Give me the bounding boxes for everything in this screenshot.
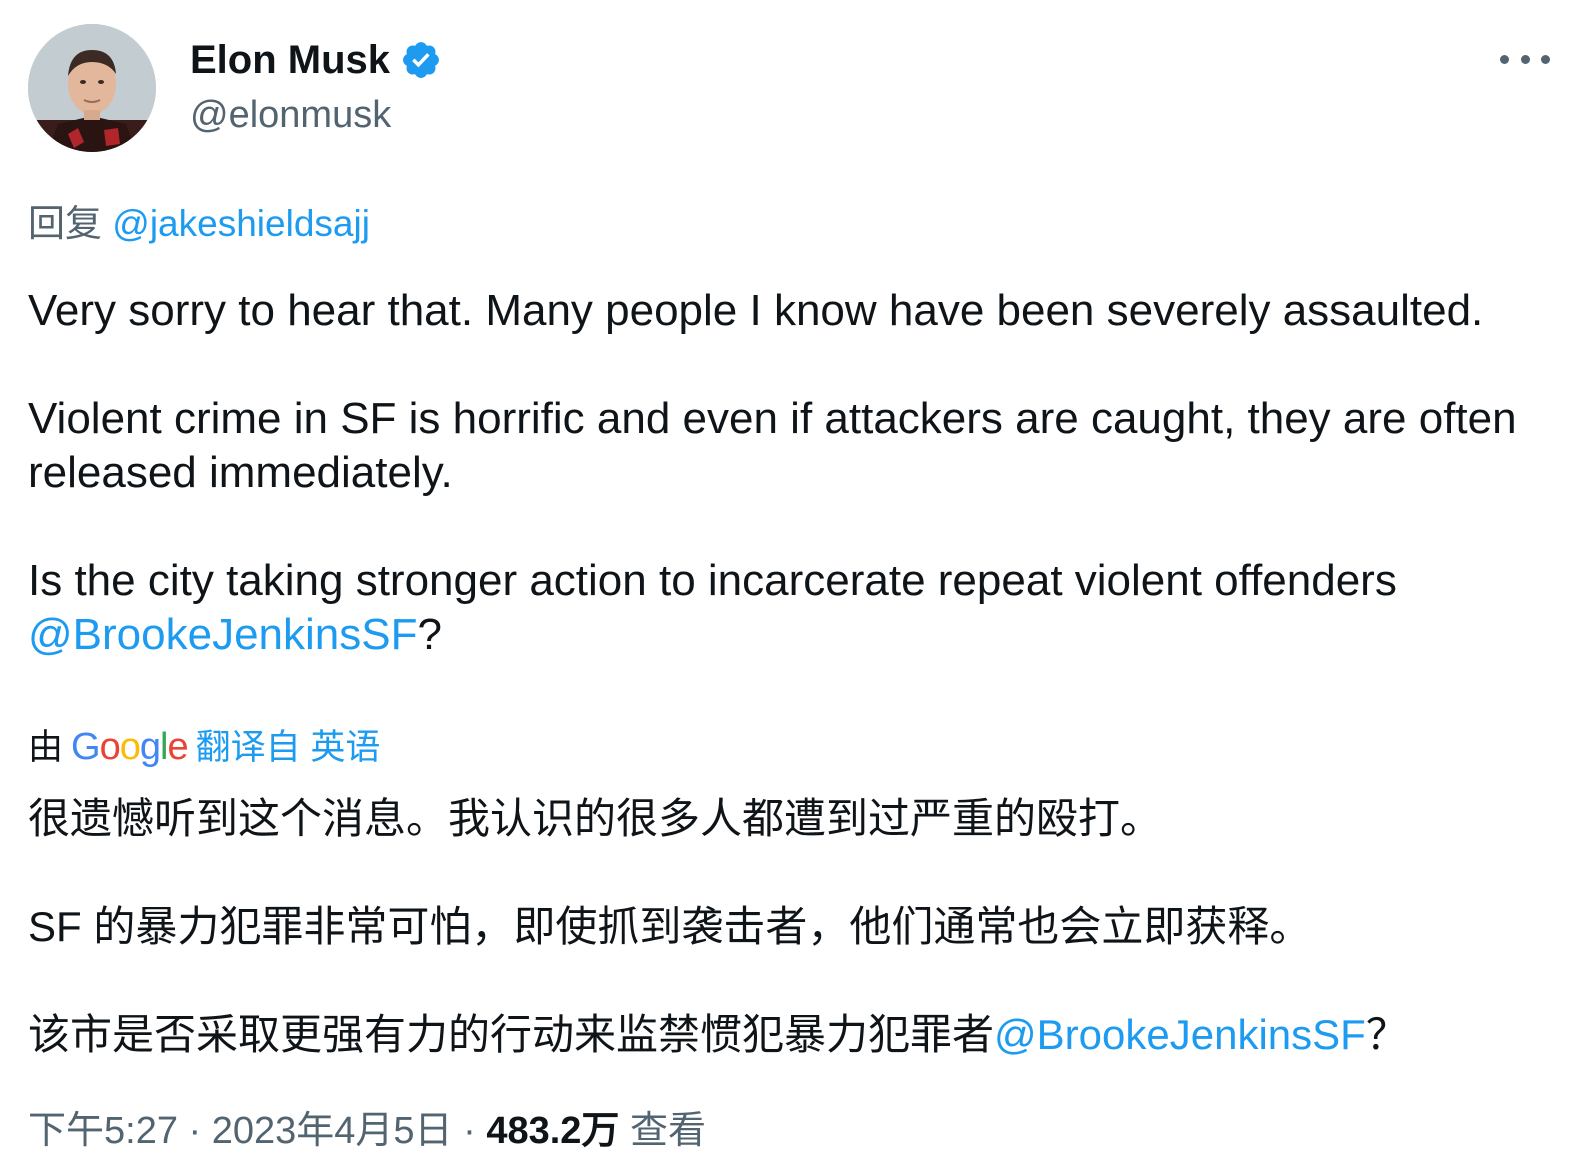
google-logo: Google: [71, 726, 189, 768]
tweet-paragraph-2: Violent crime in SF is horrific and even…: [28, 394, 1529, 497]
translated-paragraph-3-end: ？: [1365, 1011, 1408, 1058]
translation-by: 由: [28, 728, 64, 767]
tweet-date[interactable]: 2023年4月5日: [212, 1110, 453, 1152]
tweet-meta: 下午5:27 · 2023年4月5日 · 483.2万 查看: [28, 1106, 706, 1156]
tweet-paragraph-3-end: ?: [417, 610, 442, 659]
translated-from-label[interactable]: 翻译自 英语: [196, 723, 381, 773]
view-count: 483.2万: [486, 1110, 620, 1152]
translated-mention-link[interactable]: @BrookeJenkinsSF: [994, 1011, 1366, 1058]
tweet-text: Very sorry to hear that. Many people I k…: [28, 284, 1548, 662]
meta-separator: ·: [463, 1110, 476, 1152]
meta-separator: ·: [188, 1110, 202, 1152]
translated-paragraph-3: 该市是否采取更强有力的行动来监禁惯犯暴力犯罪者: [28, 1011, 995, 1058]
author-name[interactable]: Elon Musk: [190, 36, 390, 84]
reply-to-link[interactable]: @jakeshieldsajj: [112, 203, 370, 244]
translated-paragraph-2: SF 的暴力犯罪非常可怕，即使抓到袭击者，他们通常也会立即获释。: [28, 903, 1312, 950]
reply-context: 回复 @jakeshieldsajj: [28, 200, 370, 248]
reply-prefix: 回复: [28, 203, 102, 244]
translated-text: 很遗憾听到这个消息。我认识的很多人都遭到过严重的殴打。 SF 的暴力犯罪非常可怕…: [28, 792, 1558, 1062]
tweet-paragraph-1: Very sorry to hear that. Many people I k…: [28, 286, 1484, 335]
ellipsis-icon[interactable]: [1500, 44, 1550, 74]
mention-link[interactable]: @BrookeJenkinsSF: [28, 610, 418, 659]
verified-badge-icon[interactable]: [400, 39, 442, 81]
tweet-time[interactable]: 下午5:27: [28, 1110, 178, 1152]
view-label: 查看: [630, 1110, 707, 1152]
author-name-row[interactable]: Elon Musk: [190, 36, 442, 84]
avatar[interactable]: [28, 24, 156, 152]
translation-attribution: 由 Google 翻译自 英语: [28, 722, 380, 773]
translated-paragraph-1: 很遗憾听到这个消息。我认识的很多人都遭到过严重的殴打。: [28, 795, 1163, 842]
author-handle[interactable]: @elonmusk: [190, 92, 391, 138]
tweet-paragraph-3: Is the city taking stronger action to in…: [28, 556, 1410, 605]
avatar-image: [28, 24, 156, 152]
